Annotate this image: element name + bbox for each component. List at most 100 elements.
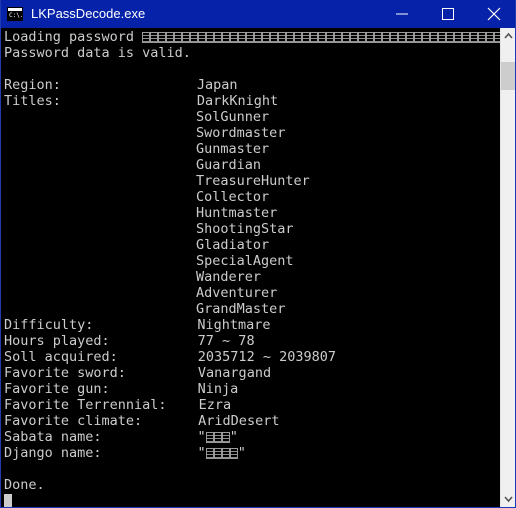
unrenderable-glyph	[205, 448, 214, 459]
console-output-area[interactable]: Loading password ...Password data is val…	[1, 28, 501, 507]
console-line-value: SpecialAgent	[196, 253, 294, 269]
console-line-value: 77 ~ 78	[197, 333, 255, 349]
icon-dots: ···	[13, 19, 21, 24]
unrenderable-glyph	[438, 32, 447, 43]
unrenderable-glyph	[166, 32, 175, 43]
console-line-value: Nightmare	[197, 317, 271, 333]
console-line-value: Ezra	[198, 397, 232, 413]
console-line-label: Titles:	[4, 93, 61, 109]
console-line: GrandMaster	[4, 301, 501, 317]
console-line-label: Done.	[4, 477, 45, 493]
minimize-icon	[396, 13, 408, 15]
console-window: ··· C:\. LKPassDecode.exe Loading passwo…	[0, 0, 516, 508]
console-line-value: Wanderer	[196, 269, 262, 285]
console-line: Favorite Terrennial: Ezra	[4, 397, 501, 413]
unrenderable-glyph	[254, 32, 263, 43]
unrenderable-glyph	[486, 32, 495, 43]
console-line-value: Guardian	[196, 157, 262, 173]
unrenderable-glyph	[221, 448, 230, 459]
console-line-label: Django name:	[4, 445, 102, 461]
unrenderable-glyph	[270, 32, 279, 43]
unrenderable-glyph	[286, 32, 295, 43]
window-titlebar[interactable]: ··· C:\. LKPassDecode.exe	[1, 0, 515, 28]
unrenderable-glyph	[414, 32, 423, 43]
console-value-quote-close: "	[229, 429, 238, 445]
console-line-value: Vanargand	[197, 365, 272, 381]
console-line: Soll acquired: 2035712 ~ 2039807	[4, 349, 501, 365]
unrenderable-glyph	[454, 32, 463, 43]
text-cursor	[4, 494, 12, 507]
unrenderable-glyph	[221, 432, 230, 443]
unrenderable-glyph	[366, 32, 375, 43]
chevron-up-icon	[504, 32, 513, 39]
unrenderable-glyph	[229, 448, 238, 459]
console-line-value: Collector	[196, 189, 270, 205]
unrenderable-glyph	[190, 32, 199, 43]
scroll-up-button[interactable]	[501, 28, 515, 45]
console-app-icon: ··· C:\.	[7, 7, 23, 24]
console-value-quote-open: "	[197, 429, 206, 445]
unrenderable-glyph	[398, 32, 407, 43]
console-line-label: Favorite gun:	[4, 381, 110, 397]
unrenderable-glyph	[198, 32, 207, 43]
console-value-quote-open: "	[197, 445, 206, 461]
unrenderable-glyph	[326, 32, 335, 43]
minimize-button[interactable]	[379, 0, 425, 28]
unrenderable-glyph	[158, 32, 167, 43]
console-line: Region: Japan	[4, 77, 501, 93]
console-line-label: Favorite Terrennial:	[4, 397, 167, 413]
console-line-value: TreasureHunter	[196, 173, 310, 189]
console-line-value: Gladiator	[196, 237, 270, 253]
console-line-value: ShootingStar	[196, 221, 294, 237]
scrollbar-thumb[interactable]	[501, 61, 515, 90]
console-line: TreasureHunter	[4, 173, 501, 189]
console-line-value: Huntmaster	[196, 205, 278, 221]
unrenderable-glyph	[238, 32, 247, 43]
console-line: Password data is valid.	[4, 45, 501, 61]
console-line-value: SolGunner	[196, 109, 270, 125]
unrenderable-glyph	[213, 432, 222, 443]
console-line: Difficulty: Nightmare	[4, 317, 501, 333]
unrenderable-glyph	[278, 32, 287, 43]
console-line-value: AridDesert	[198, 413, 280, 429]
unrenderable-glyph	[246, 32, 255, 43]
unrenderable-glyph	[374, 32, 383, 43]
console-line-label: Password data is valid.	[4, 45, 191, 61]
unrenderable-glyph	[358, 32, 367, 43]
unrenderable-glyph	[350, 32, 359, 43]
console-line-label: Favorite sword:	[4, 365, 126, 381]
console-value-quote-close: "	[237, 445, 246, 461]
unrenderable-glyph	[318, 32, 327, 43]
unrenderable-glyph	[478, 32, 487, 43]
unrenderable-glyph	[206, 32, 215, 43]
console-line-value: 2035712 ~ 2039807	[197, 349, 336, 365]
console-line-label: Hours played:	[4, 333, 110, 349]
scroll-down-button[interactable]	[501, 490, 515, 507]
console-line: Loading password ...	[4, 29, 501, 45]
unrenderable-glyph	[222, 32, 231, 43]
console-line: Done.	[4, 477, 501, 493]
console-line-label: Favorite climate:	[4, 413, 143, 429]
console-line-value: Swordmaster	[196, 125, 286, 141]
console-line-value: Gunmaster	[196, 141, 270, 157]
vertical-scrollbar[interactable]	[500, 28, 515, 507]
close-button[interactable]	[471, 0, 515, 28]
unrenderable-glyph	[430, 32, 439, 43]
unrenderable-glyph	[294, 32, 303, 43]
chevron-down-icon	[504, 496, 513, 503]
console-line-label: Difficulty:	[4, 317, 94, 333]
unrenderable-glyph	[214, 32, 223, 43]
console-line: Titles: DarkKnight	[4, 93, 501, 109]
unrenderable-glyph	[142, 32, 151, 43]
console-line: Wanderer	[4, 269, 501, 285]
console-line: Gunmaster	[4, 141, 501, 157]
icon-prompt-text: C:\.	[8, 12, 22, 20]
console-text: Loading password ...Password data is val…	[4, 29, 501, 493]
unrenderable-glyph	[342, 32, 351, 43]
maximize-button[interactable]	[425, 0, 471, 28]
unrenderable-glyph	[310, 32, 319, 43]
unrenderable-glyph	[182, 32, 191, 43]
console-line-value: DarkKnight	[196, 93, 279, 109]
